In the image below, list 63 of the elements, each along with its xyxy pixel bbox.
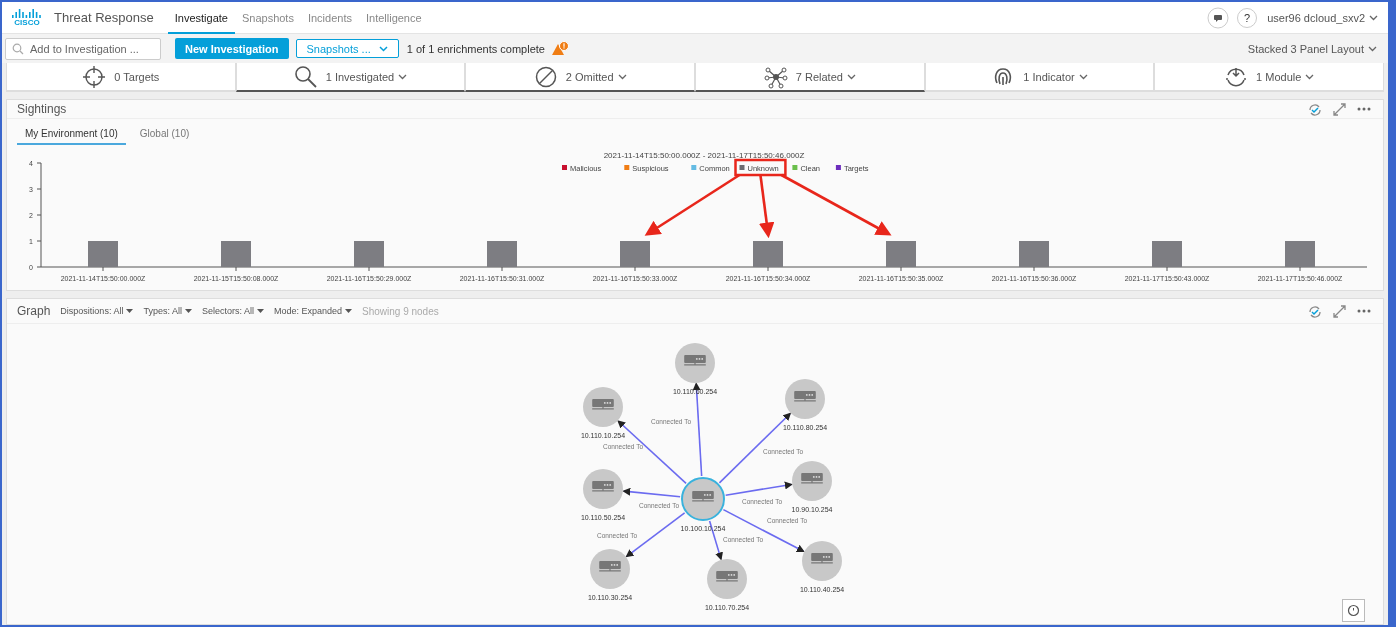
cisco-logo: CISCO xyxy=(12,8,42,27)
refresh-icon[interactable] xyxy=(1307,101,1322,117)
enrichment-status: 1 of 1 enrichments complete xyxy=(406,42,545,55)
expand-icon[interactable] xyxy=(1332,101,1347,117)
caret-icon xyxy=(1369,14,1378,21)
caret-icon xyxy=(398,73,408,80)
panel-title: Graph xyxy=(17,304,51,318)
panel-tab[interactable]: My Environment (10) xyxy=(17,125,126,145)
chart-bar xyxy=(753,241,783,267)
host-node[interactable] xyxy=(681,477,725,521)
caret-icon xyxy=(846,73,856,80)
refresh-icon[interactable] xyxy=(1307,303,1322,319)
caret-icon xyxy=(378,45,388,52)
summary-tab[interactable]: 1 Module xyxy=(1154,63,1385,92)
caret-icon xyxy=(1078,73,1088,80)
filter-dropdown[interactable]: Selectors: All xyxy=(201,306,264,316)
nav-tab[interactable]: Snapshots xyxy=(234,3,301,34)
caret-icon xyxy=(617,73,627,80)
product-name: Threat Response xyxy=(54,10,154,25)
more-icon[interactable] xyxy=(1357,105,1371,113)
host-node[interactable] xyxy=(583,387,623,427)
prohibited-icon xyxy=(533,64,558,89)
user-menu[interactable]: user96 dcloud_sxv2 xyxy=(1267,11,1378,24)
host-node[interactable] xyxy=(583,469,623,509)
host-node[interactable] xyxy=(675,343,715,383)
filter-dropdown[interactable]: Types: All xyxy=(143,306,192,316)
edge-arrow xyxy=(622,487,681,498)
chart-bar xyxy=(886,241,916,267)
search-field[interactable]: Add to Investigation ... xyxy=(5,37,161,60)
summary-tab[interactable]: 7 Related xyxy=(695,63,925,92)
warning-icon[interactable] xyxy=(550,41,569,56)
search-icon xyxy=(293,64,318,89)
summary-tab[interactable]: 2 Omitted xyxy=(465,63,695,92)
filter-dropdown[interactable]: Dispositions: All xyxy=(60,306,134,316)
layout-dropdown[interactable]: Stacked 3 Panel Layout xyxy=(1247,42,1377,55)
network-icon xyxy=(763,64,788,89)
panel-title: Sightings xyxy=(17,102,67,116)
summary-tab[interactable]: 1 Indicator xyxy=(924,63,1155,92)
nav-tab[interactable]: Intelligence xyxy=(358,3,429,34)
chart-bar xyxy=(620,241,650,267)
filter-dropdown[interactable]: Mode: Expanded xyxy=(273,306,352,316)
node-count: Showing 9 nodes xyxy=(362,305,439,317)
host-node[interactable] xyxy=(802,541,842,581)
caret-icon xyxy=(126,309,134,313)
more-icon[interactable] xyxy=(1357,307,1371,315)
expand-icon[interactable] xyxy=(1332,303,1347,319)
caret-icon xyxy=(1305,73,1315,80)
caret-icon xyxy=(1368,45,1377,52)
host-node[interactable] xyxy=(792,461,832,501)
crosshair-icon xyxy=(82,64,107,89)
reset-view-button[interactable] xyxy=(1342,599,1365,622)
nav-tab[interactable]: Incidents xyxy=(300,3,359,34)
host-node[interactable] xyxy=(707,559,747,599)
chart-title: 2021-11-14T15:50:00.000Z - 2021-11-17T15:50:46.000Z xyxy=(603,151,805,160)
caret-icon xyxy=(345,309,352,313)
summary-tab[interactable]: 1 Investigated xyxy=(235,63,466,92)
chat-button[interactable] xyxy=(1207,6,1230,29)
host-node[interactable] xyxy=(590,549,630,589)
host-node[interactable] xyxy=(785,379,825,419)
caret-icon xyxy=(184,309,192,313)
panel-tab[interactable]: Global (10) xyxy=(131,125,198,145)
caret-icon xyxy=(256,309,264,313)
summary-tab[interactable]: 0 Targets xyxy=(6,63,236,92)
